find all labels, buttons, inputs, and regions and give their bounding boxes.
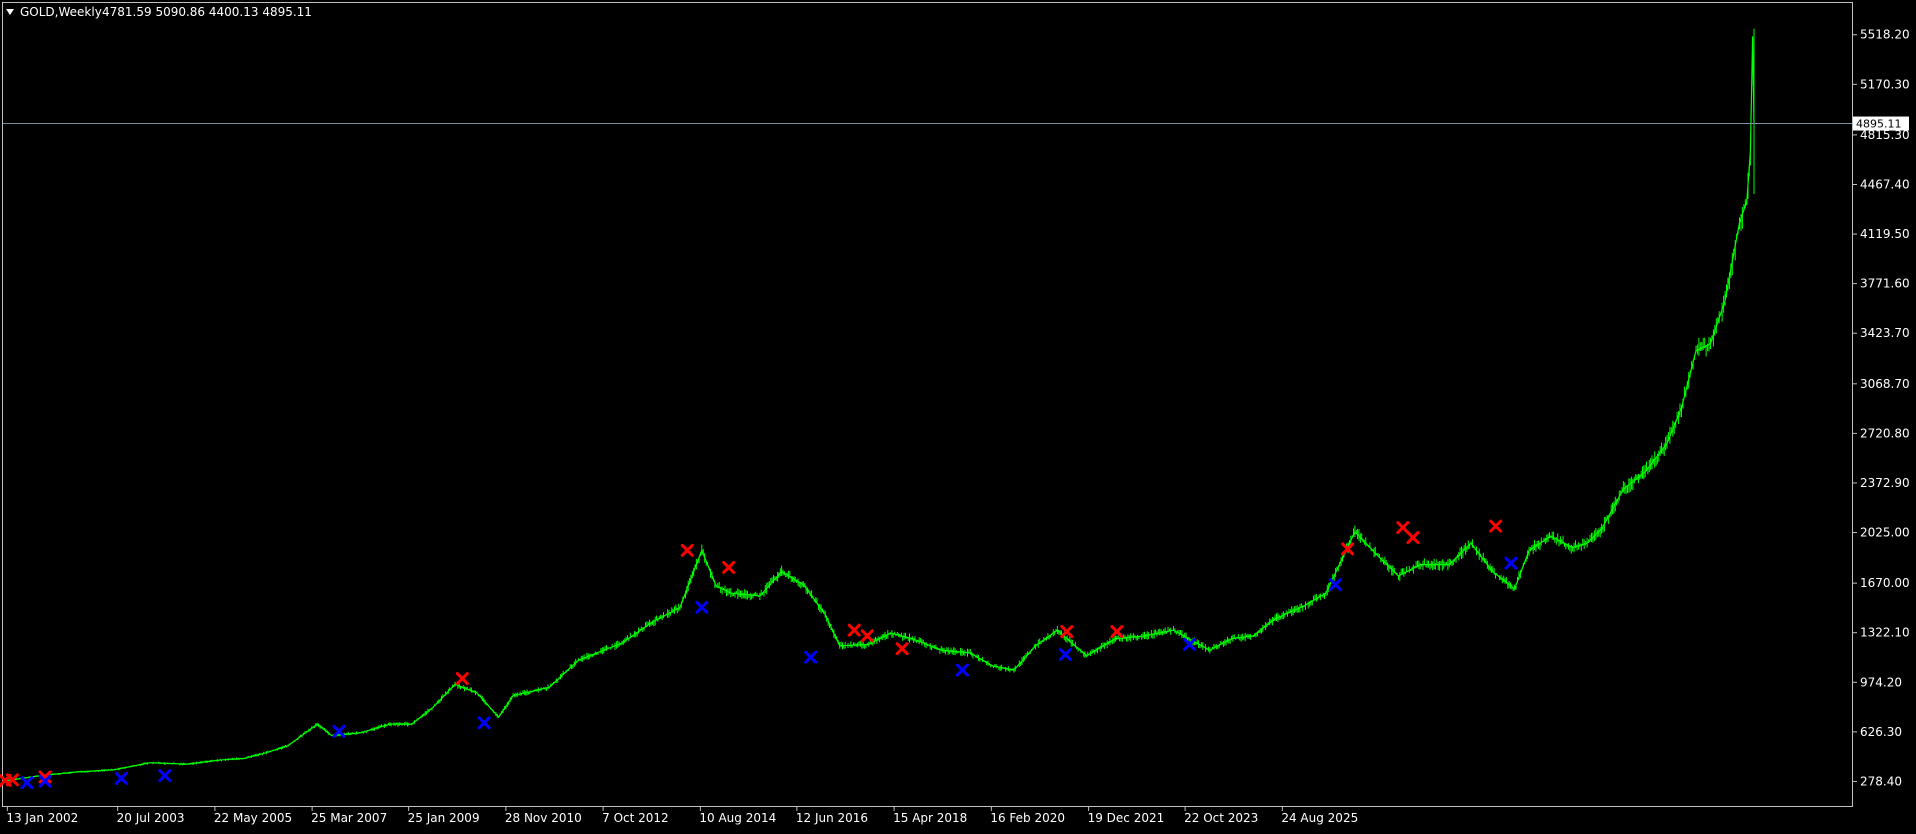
y-tick-label: 626.30	[1860, 725, 1902, 739]
y-tick-label: 3423.70	[1860, 326, 1910, 340]
y-tick-label: 2372.90	[1860, 476, 1910, 490]
x-tick-label: 13 Jan 2002	[6, 811, 78, 825]
y-tick-label: 278.40	[1860, 774, 1902, 788]
x-tick-label: 20 Jul 2003	[117, 811, 185, 825]
x-tick-label: 22 Oct 2023	[1184, 811, 1258, 825]
chart-header: GOLD,Weekly 4781.59 5090.86 4400.13 4895…	[6, 5, 312, 19]
x-tick-label: 16 Feb 2020	[990, 811, 1065, 825]
y-tick-label: 1322.10	[1860, 626, 1910, 640]
y-tick-label: 1670.00	[1860, 576, 1910, 590]
x-tick-label: 12 Jun 2016	[796, 811, 868, 825]
x-tick-label: 25 Mar 2007	[311, 811, 387, 825]
x-tick-label: 19 Dec 2021	[1088, 811, 1165, 825]
x-tick-label: 24 Aug 2025	[1281, 811, 1358, 825]
x-tick-label: 28 Nov 2010	[505, 811, 582, 825]
x-tick-label: 22 May 2005	[214, 811, 292, 825]
y-tick-label: 4119.50	[1860, 227, 1910, 241]
y-tick-label: 974.20	[1860, 675, 1902, 689]
y-tick-label: 2025.00	[1860, 526, 1910, 540]
y-tick-label: 3771.60	[1860, 277, 1910, 291]
x-tick-label: 7 Oct 2012	[602, 811, 669, 825]
y-tick-label: 2720.80	[1860, 426, 1910, 440]
y-tick-label: 4467.40	[1860, 177, 1910, 191]
current-price-label: 4895.11	[1856, 118, 1902, 131]
x-tick-label: 25 Jan 2009	[408, 811, 480, 825]
chart-background	[0, 0, 1916, 830]
x-tick-label: 10 Aug 2014	[699, 811, 776, 825]
ohlc-label: 4781.59 5090.86 4400.13 4895.11	[102, 5, 312, 19]
y-tick-label: 3068.70	[1860, 377, 1910, 391]
y-tick-label: 5518.20	[1860, 28, 1910, 42]
y-tick-label: 5170.30	[1860, 77, 1910, 91]
x-tick-label: 15 Apr 2018	[893, 811, 967, 825]
price-chart[interactable]: 5518.205170.304815.304467.404119.503771.…	[0, 0, 1916, 830]
current-price-tag: 4895.11	[1853, 116, 1909, 131]
chart-area[interactable]: 5518.20 5170.30 4815.30 4467.40 4119.50 3771.…	[0, 0, 1916, 830]
symbol-label: GOLD,Weekly	[20, 5, 102, 19]
